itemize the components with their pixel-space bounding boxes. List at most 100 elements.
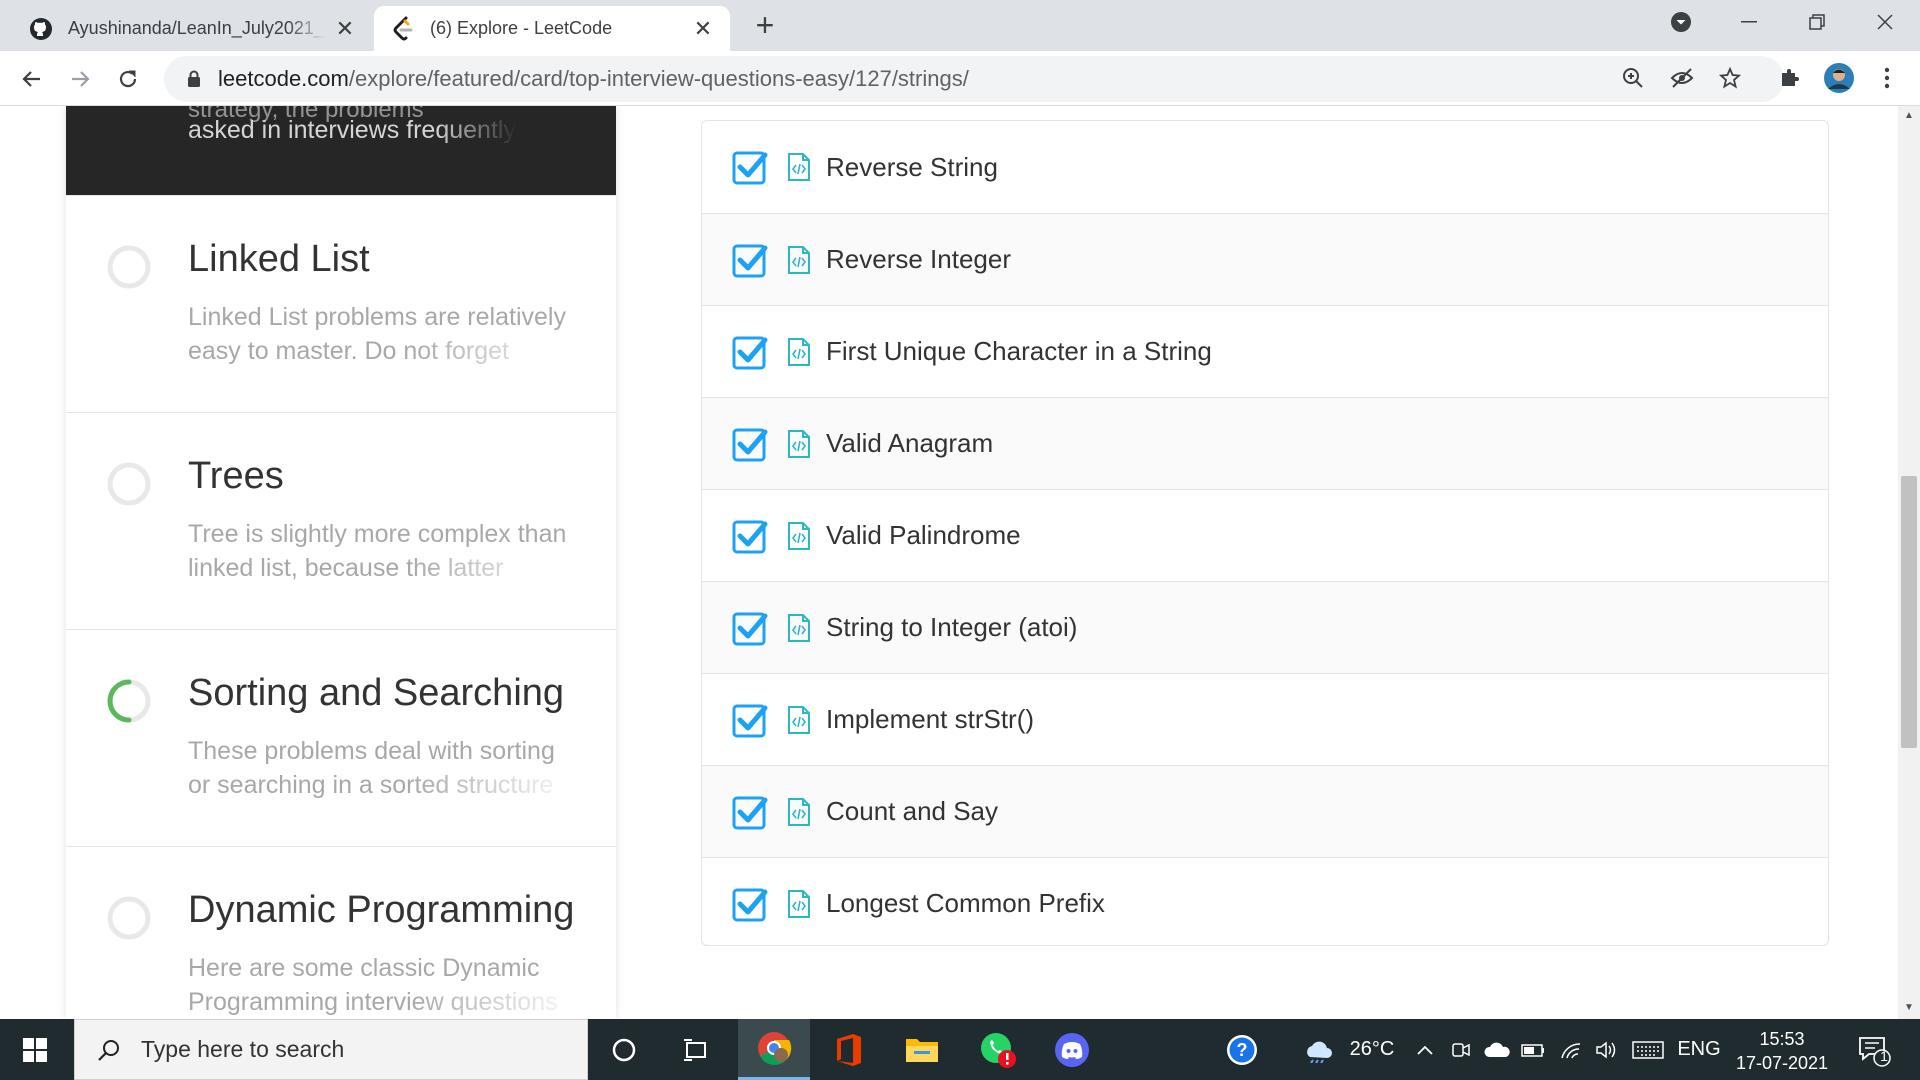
weather-icon[interactable] — [1298, 1019, 1338, 1080]
taskbar-app-discord[interactable] — [1036, 1019, 1108, 1080]
problem-row[interactable]: Count and Say — [702, 765, 1828, 857]
forward-button[interactable] — [62, 61, 98, 97]
browser-menu-icon[interactable] — [1870, 61, 1904, 95]
back-button[interactable] — [14, 61, 50, 97]
chapter-card-sorting-and-searching[interactable]: Sorting and Searching These problems dea… — [66, 629, 616, 846]
problem-title[interactable]: Valid Palindrome — [826, 520, 1021, 551]
windows-logo-icon — [23, 1037, 47, 1062]
wifi-icon[interactable] — [1556, 1019, 1586, 1080]
code-file-icon — [788, 245, 810, 274]
problem-row[interactable]: Reverse Integer — [702, 213, 1828, 305]
problem-title[interactable]: Valid Anagram — [826, 428, 993, 459]
taskbar-app-file-explorer[interactable] — [886, 1019, 958, 1080]
zoom-icon[interactable] — [1616, 61, 1650, 95]
problem-row[interactable]: Valid Palindrome — [702, 489, 1828, 581]
problem-title[interactable]: Longest Common Prefix — [826, 888, 1105, 919]
url-text[interactable]: leetcode.com/explore/featured/card/top-i… — [218, 66, 969, 92]
tab-search-icon[interactable] — [1648, 0, 1714, 44]
chapter-desc-line: Programming interview questions — [188, 988, 558, 1016]
tab-title: Ayushinanda/LeanIn_July2021_Codes — [68, 18, 326, 38]
chapter-title: Dynamic Programming — [188, 889, 575, 931]
task-view-icon — [684, 1038, 706, 1061]
profile-avatar[interactable] — [1822, 61, 1856, 95]
taskbar-app-chrome[interactable] — [738, 1019, 810, 1080]
problem-title[interactable]: String to Integer (atoi) — [826, 612, 1077, 643]
scrollbar-thumb[interactable] — [1901, 476, 1917, 748]
bookmark-star-icon[interactable] — [1713, 61, 1747, 95]
tab-github[interactable]: Ayushinanda/LeanIn_July2021_Codes ✕ — [12, 6, 372, 51]
new-tab-button[interactable]: + — [748, 7, 782, 43]
discord-icon — [1055, 1032, 1089, 1067]
chapter-card-linked-list[interactable]: Linked List Linked List problems are rel… — [66, 195, 616, 412]
leetcode-explore-page: strategy, the problems asked in intervie… — [0, 106, 1920, 1019]
taskbar-clock[interactable]: 15:53 17-07-2021 — [1730, 1027, 1834, 1075]
taskbar-app-whatsapp[interactable] — [962, 1019, 1034, 1080]
cortana-icon — [612, 1038, 636, 1061]
address-bar[interactable]: leetcode.com/explore/featured/card/top-i… — [164, 56, 1784, 102]
tracking-blocked-icon[interactable] — [1665, 61, 1699, 95]
close-tab-icon[interactable]: ✕ — [692, 16, 714, 41]
help-icon[interactable]: ? — [1222, 1019, 1262, 1080]
problem-row[interactable]: Reverse String — [702, 121, 1828, 213]
problem-title[interactable]: First Unique Character in a String — [826, 336, 1212, 367]
cortana-button[interactable] — [588, 1019, 660, 1080]
completed-check-icon — [732, 151, 768, 185]
meet-now-icon[interactable] — [1448, 1019, 1474, 1080]
completed-check-icon — [732, 612, 768, 645]
completed-check-icon — [732, 888, 768, 921]
minimize-button[interactable] — [1716, 0, 1782, 44]
close-window-button[interactable] — [1852, 0, 1918, 44]
chapter-card-trees[interactable]: Trees Tree is slightly more complex than… — [66, 412, 616, 629]
problem-title[interactable]: Reverse Integer — [826, 244, 1011, 275]
scroll-up-arrow[interactable]: ▲ — [1903, 110, 1915, 122]
problem-row[interactable]: Implement strStr() — [702, 673, 1828, 765]
url-path: /explore/featured/card/top-interview-que… — [348, 66, 969, 91]
chapter-card-dynamic-programming[interactable]: Dynamic Programming Here are some classi… — [66, 846, 616, 1019]
problem-title[interactable]: Implement strStr() — [826, 704, 1034, 735]
problem-title[interactable]: Count and Say — [826, 796, 998, 827]
completed-check-icon — [732, 796, 768, 829]
problem-row[interactable]: Valid Anagram — [702, 397, 1828, 489]
chapter-desc-line: These problems deal with sorting — [188, 737, 555, 765]
volume-icon[interactable] — [1592, 1019, 1622, 1080]
show-hidden-icons-icon[interactable] — [1412, 1019, 1438, 1080]
scroll-down-arrow[interactable]: ▼ — [1903, 1002, 1915, 1014]
search-placeholder: Type here to search — [141, 1036, 345, 1062]
chapter-desc: These problems deal with sorting or sear… — [188, 734, 588, 802]
code-file-icon — [788, 797, 810, 826]
problem-row[interactable]: String to Integer (atoi) — [702, 581, 1828, 673]
close-tab-icon[interactable]: ✕ — [334, 16, 356, 41]
notification-center-button[interactable]: 1 — [1850, 1019, 1898, 1080]
clock-date: 17-07-2021 — [1735, 1053, 1829, 1073]
extensions-icon[interactable] — [1773, 61, 1807, 95]
reload-button[interactable] — [110, 61, 146, 97]
restore-button[interactable] — [1784, 0, 1850, 44]
completed-check-icon — [732, 520, 768, 553]
chapter-title: Linked List — [188, 238, 370, 280]
chapter-desc-line: or searching in a sorted structure — [188, 771, 554, 799]
progress-ring — [107, 896, 151, 940]
problem-row[interactable]: First Unique Character in a String — [702, 305, 1828, 397]
problem-row[interactable]: Longest Common Prefix — [702, 857, 1828, 945]
page-scrollbar[interactable]: ▲ ▼ — [1898, 106, 1920, 1019]
weather-temperature[interactable]: 26°C — [1342, 1019, 1402, 1080]
lock-icon[interactable] — [180, 70, 208, 88]
code-file-icon — [788, 613, 810, 642]
taskbar-app-office[interactable] — [812, 1019, 884, 1080]
problem-title[interactable]: Reverse String — [826, 152, 998, 183]
battery-icon[interactable] — [1518, 1019, 1548, 1080]
tab-title: (6) Explore - LeetCode — [430, 18, 613, 38]
chapter-desc-line: easy to master. Do not forget — [188, 337, 509, 365]
task-view-button[interactable] — [660, 1019, 732, 1080]
input-language[interactable]: ENG — [1676, 1019, 1722, 1080]
taskbar-search-box[interactable]: Type here to search — [74, 1019, 588, 1080]
search-icon — [93, 1034, 125, 1066]
svg-text:?: ? — [1237, 1040, 1248, 1060]
windows-start-button[interactable] — [0, 1019, 70, 1080]
chapter-title: Sorting and Searching — [188, 672, 565, 714]
touch-keyboard-icon[interactable] — [1630, 1019, 1666, 1080]
chapter-card-strings[interactable]: strategy, the problems asked in intervie… — [66, 106, 616, 195]
onedrive-icon[interactable] — [1482, 1019, 1512, 1080]
tab-leetcode[interactable]: (6) Explore - LeetCode ✕ — [374, 6, 730, 51]
chapter-desc-line: linked list, because the latter — [188, 554, 504, 582]
